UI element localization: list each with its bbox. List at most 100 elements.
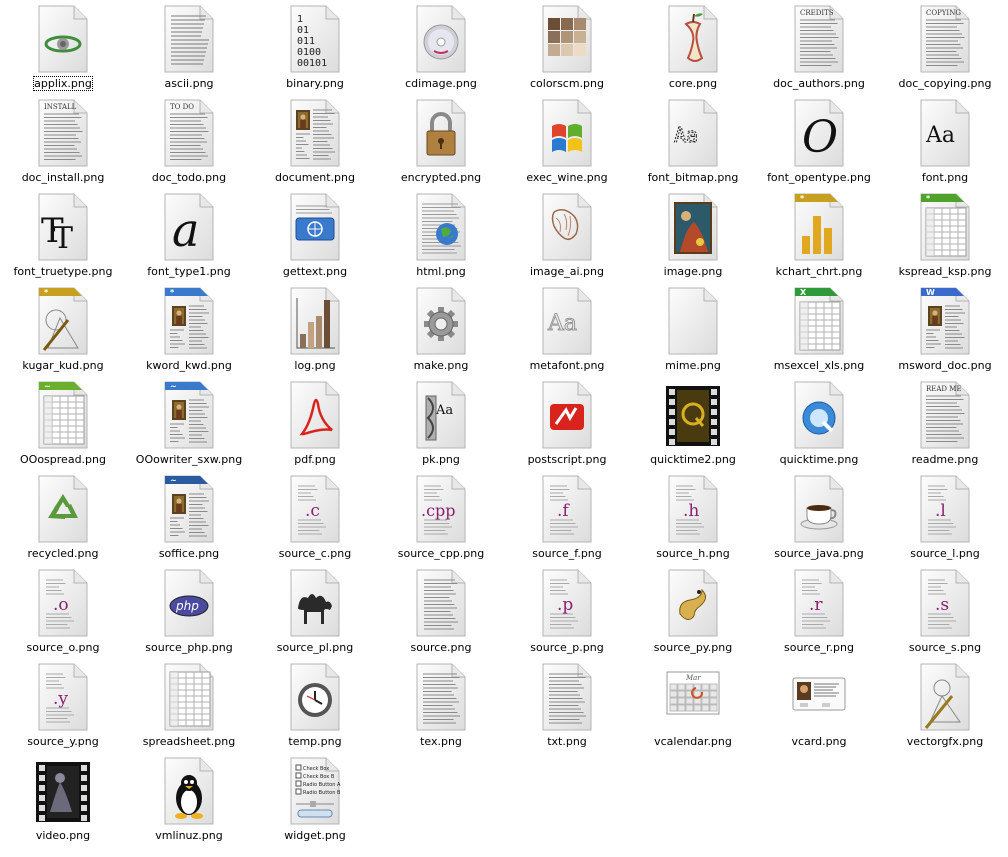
svg-text:.cpp: .cpp [421,501,456,520]
file-item[interactable]: applix.png [0,0,126,94]
file-item[interactable]: T T font_truetype.png [0,188,126,282]
file-item[interactable]: log.png [252,282,378,376]
file-item[interactable]: quicktime2.png [630,376,756,470]
file-item[interactable]: Aa font_bitmap.png [630,94,756,188]
file-item[interactable]: Aa metafont.png [504,282,630,376]
file-item[interactable]: postscript.png [504,376,630,470]
file-item[interactable]: Mar vcalendar.png [630,658,756,752]
file-item[interactable]: .h source_h.png [630,470,756,564]
file-item[interactable]: a font_type1.png [126,188,252,282]
file-item[interactable]: html.png [378,188,504,282]
file-item[interactable]: 1 01 011 0100 00101 binary.png [252,0,378,94]
file-item[interactable]: ~ OOospread.png [0,376,126,470]
python-icon [666,568,720,638]
file-item[interactable]: .c source_c.png [252,470,378,564]
file-name-label: widget.png [284,829,346,842]
color-scheme-icon [540,4,594,74]
file-item[interactable]: temp.png [252,658,378,752]
file-item[interactable]: document.png [252,94,378,188]
file-item[interactable]: gettext.png [252,188,378,282]
file-item[interactable]: core.png [630,0,756,94]
document-install-icon: INSTALL [36,98,90,168]
svg-text:01: 01 [297,25,309,36]
file-item[interactable]: tex.png [378,658,504,752]
file-item[interactable]: image.png [630,188,756,282]
kword-icon: * [162,286,216,356]
file-item[interactable]: vectorgfx.png [882,658,1008,752]
file-item[interactable]: Aa pk.png [378,376,504,470]
file-name-label: quicktime2.png [650,453,736,466]
file-item[interactable]: .y source_y.png [0,658,126,752]
file-item[interactable]: quicktime.png [756,376,882,470]
file-name-label: font_type1.png [147,265,231,278]
file-name-label: spreadsheet.png [142,735,236,748]
file-item[interactable]: .o source_o.png [0,564,126,658]
applix-icon [36,4,90,74]
file-item[interactable]: .f source_f.png [504,470,630,564]
svg-text:php: php [175,599,199,613]
file-item[interactable]: exec_wine.png [504,94,630,188]
file-item[interactable]: * kugar_kud.png [0,282,126,376]
file-item[interactable]: php source_php.png [126,564,252,658]
file-item[interactable]: image_ai.png [504,188,630,282]
svg-text:.r: .r [809,595,823,615]
file-item[interactable]: TO DO doc_todo.png [126,94,252,188]
file-item[interactable]: ascii.png [126,0,252,94]
kugar-icon: * [36,286,90,356]
file-name-label: gettext.png [282,265,348,278]
file-item[interactable]: .r source_r.png [756,564,882,658]
file-item[interactable]: video.png [0,752,126,846]
document-copying-icon: COPYING [918,4,972,74]
file-item[interactable]: mime.png [630,282,756,376]
svg-text:COPYING: COPYING [926,9,961,17]
source-r-icon: .r [792,568,846,638]
file-item[interactable]: Check Box Check Box B Radio Button A Rad… [252,752,378,846]
svg-text:~: ~ [170,382,177,391]
file-item[interactable]: Ofont_opentype.png [756,94,882,188]
file-item[interactable]: source.png [378,564,504,658]
svg-text:Mar: Mar [685,674,701,682]
svg-text:a: a [172,203,199,257]
svg-text:Aa: Aa [435,403,453,418]
file-item[interactable]: READ ME readme.png [882,376,1008,470]
file-item[interactable]: encrypted.png [378,94,504,188]
file-item[interactable]: pdf.png [252,376,378,470]
file-item[interactable]: vcard.png [756,658,882,752]
file-item[interactable]: source_java.png [756,470,882,564]
file-name-label: image_ai.png [530,265,604,278]
file-item[interactable]: .s source_s.png [882,564,1008,658]
file-name-label: source_java.png [774,547,864,560]
file-item[interactable]: colorscm.png [504,0,630,94]
file-name-label: source_y.png [27,735,99,748]
file-item[interactable]: .cpp source_cpp.png [378,470,504,564]
file-item[interactable]: Aa font.png [882,94,1008,188]
file-name-label: kchart_chrt.png [775,265,863,278]
source-o-icon: .o [36,568,90,638]
file-item[interactable]: COPYING doc_copying.png [882,0,1008,94]
svg-text:.o: .o [53,595,69,615]
file-item[interactable]: ~ OOowriter_sxw.png [126,376,252,470]
file-item[interactable]: .p source_p.png [504,564,630,658]
file-item[interactable]: * kspread_ksp.png [882,188,1008,282]
file-name-label: applix.png [33,76,93,91]
file-name-label: source_py.png [653,641,733,654]
file-item[interactable]: recycled.png [0,470,126,564]
file-item[interactable]: ~ soffice.png [126,470,252,564]
file-name-label: source_c.png [278,547,352,560]
file-item[interactable]: cdimage.png [378,0,504,94]
file-item[interactable]: Xmsexcel_xls.png [756,282,882,376]
file-item[interactable]: make.png [378,282,504,376]
svg-text:Radio Button A: Radio Button A [303,782,341,788]
file-item[interactable]: txt.png [504,658,630,752]
file-item[interactable]: * kchart_chrt.png [756,188,882,282]
file-item[interactable]: INSTALL doc_install.png [0,94,126,188]
file-name-label: doc_authors.png [773,77,865,90]
file-item[interactable]: source_pl.png [252,564,378,658]
file-item[interactable]: * kword_kwd.png [126,282,252,376]
file-item[interactable]: vmlinuz.png [126,752,252,846]
file-item[interactable]: spreadsheet.png [126,658,252,752]
file-item[interactable]: source_py.png [630,564,756,658]
file-item[interactable]: .l source_l.png [882,470,1008,564]
file-item[interactable]: CREDITS doc_authors.png [756,0,882,94]
file-item[interactable]: W msword_doc.png [882,282,1008,376]
